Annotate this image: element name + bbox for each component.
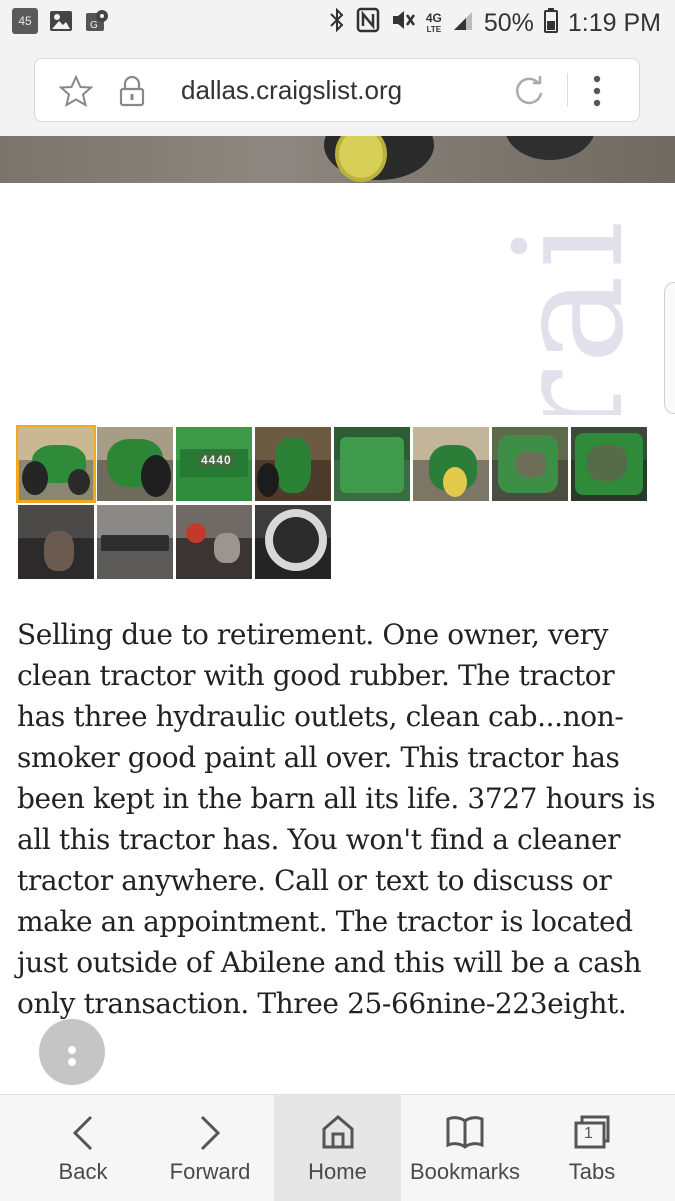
thumbnail-4[interactable]	[255, 427, 331, 501]
reload-icon[interactable]	[512, 74, 546, 113]
scroll-handle[interactable]	[664, 282, 675, 414]
craigslist-watermark: rai	[480, 185, 650, 415]
network-type: 4G LTE	[425, 10, 442, 34]
back-button[interactable]: Back	[20, 1095, 146, 1201]
status-right-icons: 4G LTE 50% 1:19 PM	[328, 7, 661, 40]
bookmarks-book-icon	[445, 1113, 485, 1157]
main-listing-image[interactable]	[0, 136, 675, 183]
watermark-text: rai	[483, 214, 650, 415]
status-left-icons: 45 G	[12, 8, 110, 34]
nfc-icon	[356, 7, 380, 40]
mute-icon	[390, 7, 416, 40]
tabs-button[interactable]: 1 Tabs	[529, 1095, 655, 1201]
address-bar[interactable]: dallas.craigslist.org	[34, 58, 640, 122]
thumbnail-2[interactable]	[97, 427, 173, 501]
model-number-label: 4440	[198, 453, 235, 467]
thumbnail-7[interactable]	[492, 427, 568, 501]
gallery-icon	[48, 8, 74, 34]
status-bar: 45 G 4G LTE 50% 1:19 PM	[0, 0, 675, 46]
floating-menu-button[interactable]	[39, 1019, 105, 1085]
bookmark-star-icon[interactable]	[58, 74, 94, 112]
chevron-right-icon	[196, 1113, 224, 1159]
home-button[interactable]: Home	[274, 1095, 401, 1201]
thumbnail-9[interactable]	[18, 505, 94, 579]
home-label: Home	[308, 1159, 367, 1184]
back-label: Back	[58, 1159, 108, 1184]
notification-badge: 45	[12, 8, 38, 34]
listing-description: Selling due to retirement. One owner, ve…	[17, 618, 656, 1020]
signal-icon	[452, 8, 474, 39]
thumbnail-3[interactable]: 4440	[176, 427, 252, 501]
bookmarks-button[interactable]: Bookmarks	[402, 1095, 528, 1201]
bluetooth-icon	[328, 7, 346, 40]
thumbnail-10[interactable]	[97, 505, 173, 579]
thumbnail-1[interactable]	[16, 425, 96, 503]
chevron-left-icon	[69, 1113, 97, 1159]
thumbnail-5[interactable]	[334, 427, 410, 501]
fab-dot-icon	[68, 1046, 76, 1054]
url-text[interactable]: dallas.craigslist.org	[181, 75, 402, 106]
maps-icon: G	[84, 8, 110, 34]
forward-button[interactable]: Forward	[147, 1095, 273, 1201]
bookmarks-label: Bookmarks	[409, 1159, 521, 1184]
svg-text:G: G	[90, 20, 98, 31]
home-icon	[320, 1113, 356, 1157]
fab-dot-icon	[68, 1058, 76, 1066]
thumbnail-6[interactable]	[413, 427, 489, 501]
thumbnail-8[interactable]	[571, 427, 647, 501]
more-menu-icon[interactable]	[591, 73, 603, 114]
battery-icon	[543, 7, 558, 40]
bottom-navigation: Back Forward Home Bookmarks 1 Tabs	[0, 1094, 675, 1201]
browser-toolbar: dallas.craigslist.org	[0, 46, 675, 136]
thumbnail-12[interactable]	[255, 505, 331, 579]
clock: 1:19 PM	[567, 9, 661, 37]
lock-icon[interactable]	[117, 75, 147, 112]
tab-count: 1	[584, 1125, 593, 1142]
tabs-icon: 1	[572, 1113, 612, 1151]
battery-percent: 50%	[483, 9, 534, 37]
thumbnail-11[interactable]	[176, 505, 252, 579]
tabs-label: Tabs	[568, 1159, 616, 1184]
tractor-wheel-rear	[505, 136, 595, 160]
forward-label: Forward	[169, 1159, 251, 1184]
toolbar-divider	[567, 73, 568, 107]
